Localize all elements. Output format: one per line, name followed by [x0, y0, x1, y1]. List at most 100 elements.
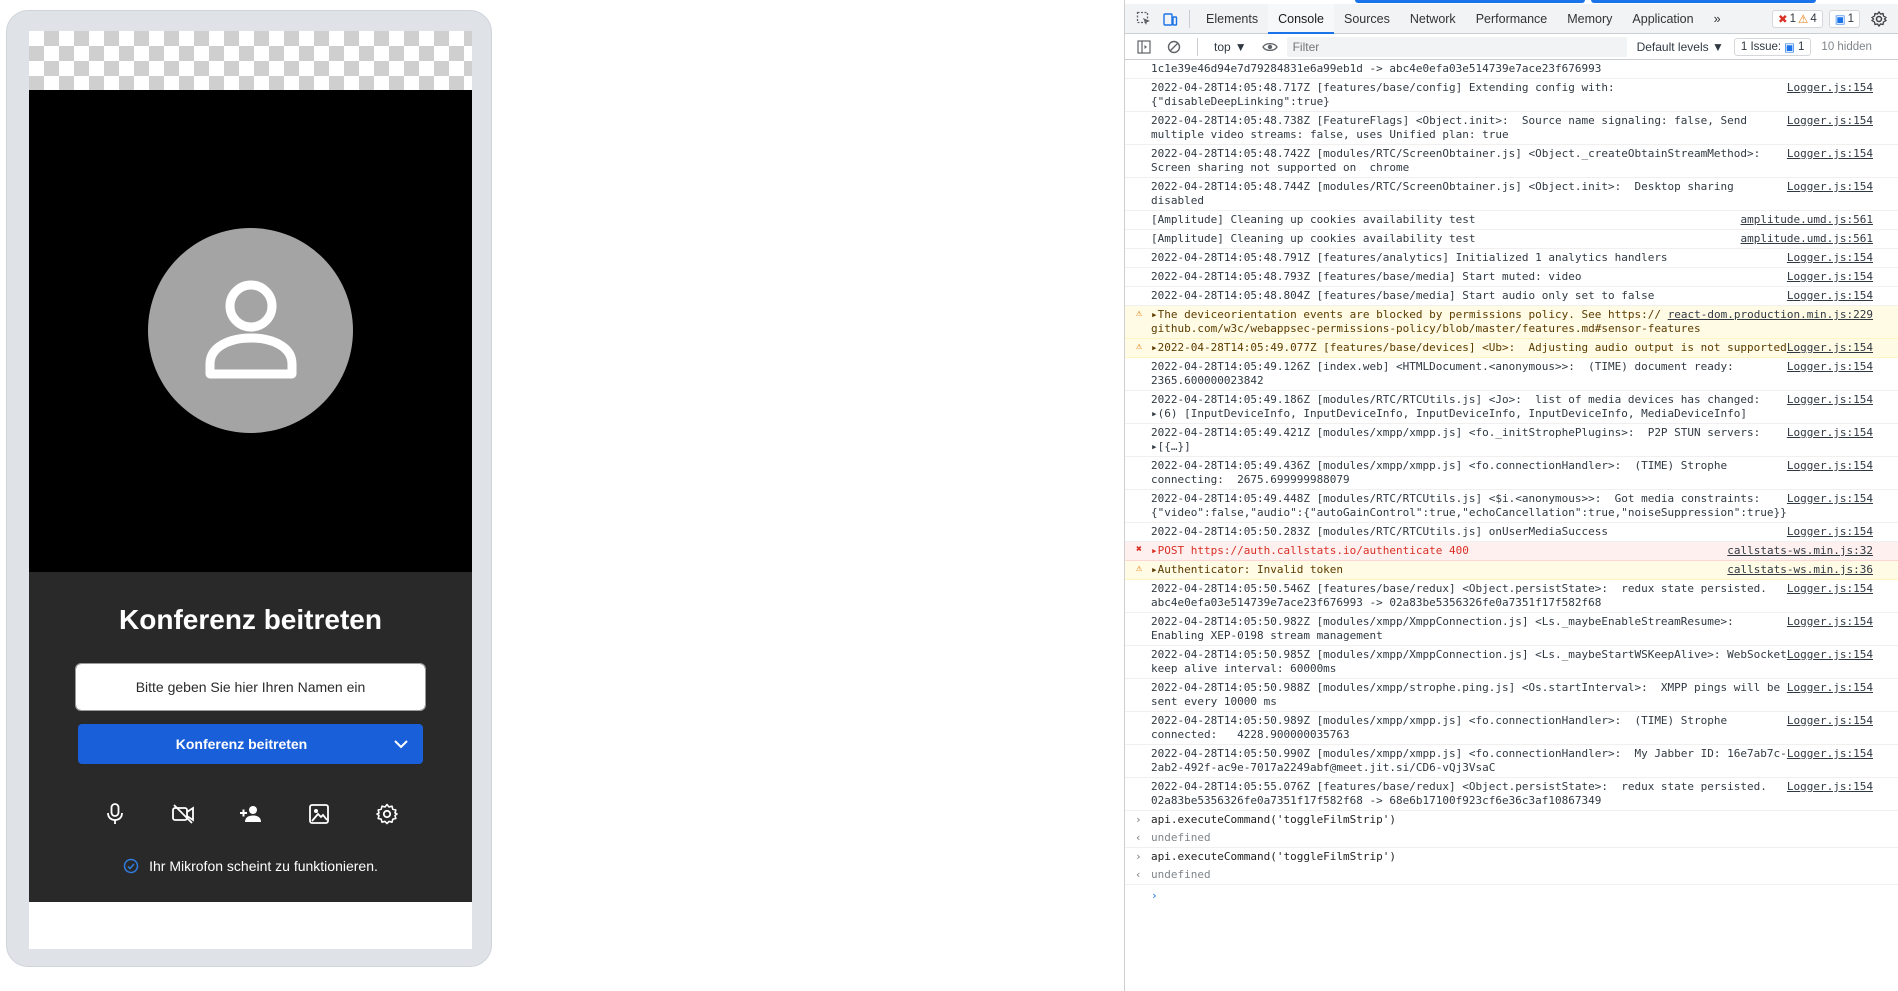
- console-source-link[interactable]: amplitude.umd.js:561: [1741, 232, 1873, 246]
- input-prompt-icon: ›: [1135, 850, 1142, 863]
- console-message: 1c1e39e46d94e7d79284831e6a99eb1d -> abc4…: [1125, 60, 1898, 79]
- settings-button[interactable]: [367, 794, 407, 834]
- console-message-text: 2022-04-28T14:05:50.283Z [modules/RTC/RT…: [1151, 525, 1608, 538]
- console-message-text: [Amplitude] Cleaning up cookies availabi…: [1151, 213, 1476, 226]
- console-prompt-input[interactable]: ›: [1125, 885, 1898, 902]
- context-label: top: [1214, 39, 1231, 54]
- tab-network[interactable]: Network: [1400, 4, 1466, 34]
- tab-memory[interactable]: Memory: [1557, 4, 1622, 34]
- invite-button[interactable]: [231, 794, 271, 834]
- error-count: 1: [1789, 12, 1796, 25]
- issues-button[interactable]: 1 Issue: ▣ 1: [1733, 37, 1812, 56]
- console-source-link[interactable]: Logger.js:154: [1787, 681, 1873, 695]
- tabbar-right: ✖ 1 ⚠ 4 ▣ 1: [1771, 6, 1898, 32]
- display-name-input[interactable]: [75, 663, 426, 711]
- tab-console[interactable]: Console: [1268, 3, 1334, 34]
- join-meeting-label: Konferenz beitreten: [175, 736, 308, 752]
- console-source-link[interactable]: react-dom.production.min.js:229: [1668, 308, 1873, 322]
- clear-icon: [1167, 40, 1181, 53]
- console-source-link[interactable]: Logger.js:154: [1787, 747, 1873, 761]
- error-icon: ✖: [1777, 13, 1788, 26]
- inspect-cursor-icon: [1136, 11, 1150, 25]
- console-source-link[interactable]: Logger.js:154: [1787, 393, 1873, 407]
- device-toolbar-button[interactable]: [1157, 6, 1183, 32]
- chevron-down-icon: [394, 740, 408, 749]
- console-source-link[interactable]: Logger.js:154: [1787, 251, 1873, 265]
- console-message-text: 2022-04-28T14:05:48.804Z [features/base/…: [1151, 289, 1655, 302]
- console-source-link[interactable]: Logger.js:154: [1787, 180, 1873, 194]
- inspect-element-button[interactable]: [1131, 6, 1157, 32]
- console-source-link[interactable]: Logger.js:154: [1787, 114, 1873, 128]
- console-source-link[interactable]: Logger.js:154: [1787, 582, 1873, 596]
- sidebar-icon: [1137, 39, 1151, 54]
- avatar: [148, 228, 353, 433]
- console-message-text: 2022-04-28T14:05:50.546Z [features/base/…: [1151, 582, 1774, 609]
- console-source-link[interactable]: amplitude.umd.js:561: [1741, 213, 1873, 227]
- console-message: 2022-04-28T14:05:50.982Z [modules/xmpp/X…: [1125, 613, 1898, 646]
- console-counts-badge[interactable]: ✖ 1 ⚠ 4: [1771, 9, 1823, 28]
- console-source-link[interactable]: Logger.js:154: [1787, 426, 1873, 440]
- microphone-icon: [106, 803, 123, 824]
- console-message: 2022-04-28T14:05:50.546Z [features/base/…: [1125, 580, 1898, 613]
- device-frame: Konferenz beitreten Konferenz beitreten: [6, 10, 492, 967]
- console-source-link[interactable]: Logger.js:154: [1787, 289, 1873, 303]
- console-message: 2022-04-28T14:05:49.126Z [index.web] <HT…: [1125, 358, 1898, 391]
- warning-icon: ⚠: [1135, 341, 1143, 352]
- console-source-link[interactable]: Logger.js:154: [1787, 459, 1873, 473]
- screenshot-root: Konferenz beitreten Konferenz beitreten: [0, 0, 1898, 991]
- hidden-messages-count: 10 hidden: [1821, 40, 1872, 53]
- console-filter-bar: top ▼ Default levels ▼ 1 Issue: ▣ 1 10 h…: [1125, 34, 1898, 60]
- console-source-link[interactable]: Logger.js:154: [1787, 525, 1873, 539]
- live-expression-button[interactable]: [1257, 34, 1283, 60]
- virtual-background-button[interactable]: [299, 794, 339, 834]
- console-message-text: ▸2022-04-28T14:05:49.077Z [features/base…: [1151, 341, 1787, 354]
- join-options-dropdown[interactable]: [379, 724, 423, 764]
- issue-icon: ▣: [1784, 41, 1796, 54]
- context-selector[interactable]: top ▼: [1208, 40, 1253, 54]
- console-message-text: undefined: [1151, 868, 1211, 881]
- console-message: 2022-04-28T14:05:50.989Z [modules/xmpp/x…: [1125, 712, 1898, 745]
- more-tabs-button[interactable]: »: [1704, 4, 1731, 34]
- console-message-text: [Amplitude] Cleaning up cookies availabi…: [1151, 232, 1476, 245]
- console-source-link[interactable]: Logger.js:154: [1787, 492, 1873, 506]
- console-source-link[interactable]: callstats-ws.min.js:36: [1727, 563, 1873, 577]
- console-source-link[interactable]: Logger.js:154: [1787, 780, 1873, 794]
- issues-label: 1 Issue:: [1740, 40, 1782, 53]
- console-source-link[interactable]: Logger.js:154: [1787, 360, 1873, 374]
- console-message-text: 2022-04-28T14:05:49.126Z [index.web] <HT…: [1151, 360, 1741, 387]
- video-preview: [29, 90, 472, 572]
- console-filter-input[interactable]: [1286, 36, 1627, 57]
- console-message-text: 2022-04-28T14:05:50.989Z [modules/xmpp/x…: [1151, 714, 1734, 741]
- console-message: › api.executeCommand('toggleFilmStrip'): [1125, 811, 1898, 829]
- tab-elements[interactable]: Elements: [1196, 4, 1268, 34]
- console-source-link[interactable]: Logger.js:154: [1787, 615, 1873, 629]
- messages-badge[interactable]: ▣ 1: [1828, 9, 1860, 28]
- show-sidebar-button[interactable]: [1131, 34, 1157, 60]
- console-message: 2022-04-28T14:05:48.804Z [features/base/…: [1125, 287, 1898, 306]
- console-source-link[interactable]: callstats-ws.min.js:32: [1727, 544, 1873, 558]
- settings-button[interactable]: [1866, 6, 1892, 32]
- console-source-link[interactable]: Logger.js:154: [1787, 147, 1873, 161]
- console-source-link[interactable]: Logger.js:154: [1787, 270, 1873, 284]
- tabbar-separator: [1189, 9, 1190, 28]
- microphone-button[interactable]: [95, 794, 135, 834]
- mic-status-text: Ihr Mikrofon scheint zu funktionieren.: [149, 858, 378, 874]
- console-message: ⚠ ▸2022-04-28T14:05:49.077Z [features/bas…: [1125, 339, 1898, 358]
- console-source-link[interactable]: Logger.js:154: [1787, 341, 1873, 355]
- console-source-link[interactable]: Logger.js:154: [1787, 81, 1873, 95]
- settings-icon: [375, 803, 398, 825]
- console-source-link[interactable]: Logger.js:154: [1787, 714, 1873, 728]
- join-meeting-button[interactable]: Konferenz beitreten: [78, 724, 423, 764]
- log-levels-dropdown[interactable]: Default levels ▼: [1631, 40, 1730, 54]
- tab-performance[interactable]: Performance: [1466, 4, 1558, 34]
- console-message-text: 2022-04-28T14:05:48.742Z [modules/RTC/Sc…: [1151, 147, 1767, 174]
- console-message: ✖ ▸POST https://auth.callstats.io/authent…: [1125, 542, 1898, 561]
- tab-sources[interactable]: Sources: [1334, 4, 1400, 34]
- issues-count: 1: [1798, 40, 1805, 53]
- device-toggle-icon: [1163, 12, 1178, 26]
- console-message-text: 2022-04-28T14:05:49.436Z [modules/xmpp/x…: [1151, 459, 1734, 486]
- console-source-link[interactable]: Logger.js:154: [1787, 648, 1873, 662]
- camera-button[interactable]: [163, 794, 203, 834]
- tab-application[interactable]: Application: [1622, 4, 1703, 34]
- clear-console-button[interactable]: [1161, 34, 1187, 60]
